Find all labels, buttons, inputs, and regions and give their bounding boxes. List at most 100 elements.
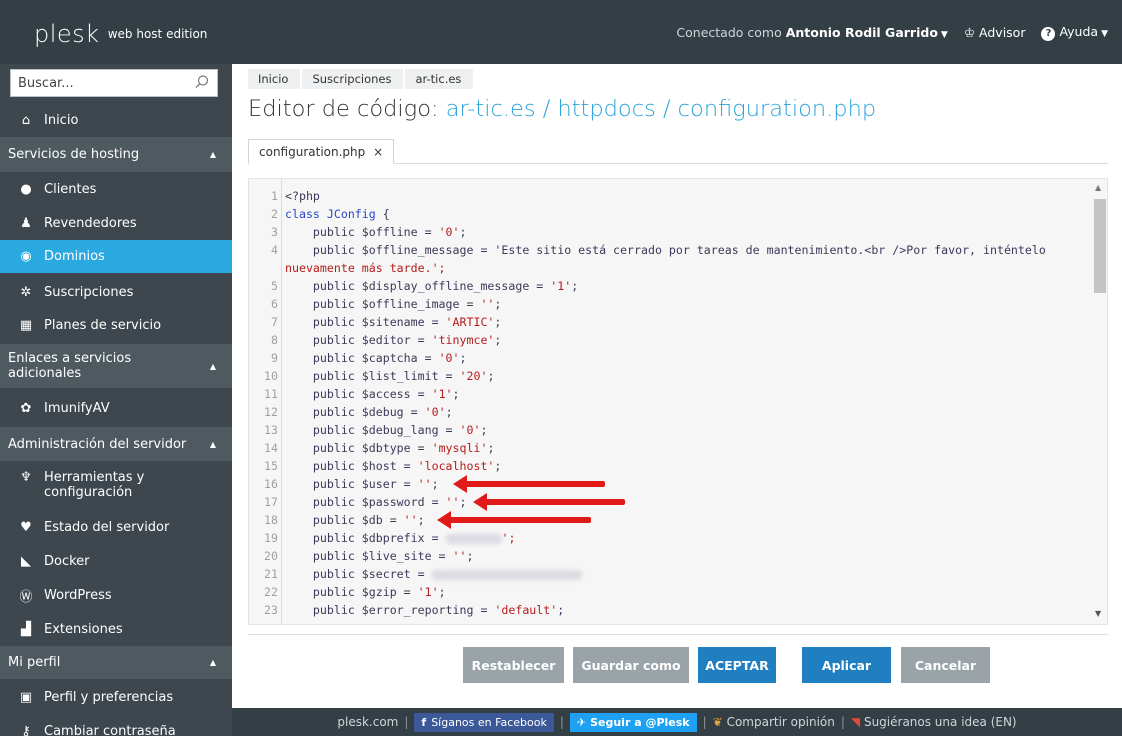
breadcrumb: Inicio Suscripciones ar-tic.es <box>248 69 475 89</box>
user-name: Antonio Rodil Garrido <box>785 25 938 40</box>
code-line[interactable]: public $password = ''; <box>285 493 467 511</box>
page-title-path[interactable]: ar-tic.es / httpdocs / configuration.php <box>446 96 876 122</box>
code-line[interactable]: class JConfig { <box>285 205 390 223</box>
section-links[interactable]: Enlaces a servicios adicionales ▲ <box>0 344 232 388</box>
user-menu[interactable]: Conectado como Antonio Rodil Garrido ▼ <box>676 25 947 40</box>
section-hosting[interactable]: Servicios de hosting ▲ <box>0 137 232 172</box>
reseller-icon: ♟ <box>20 216 32 231</box>
code-line[interactable]: public $offline = '0'; <box>285 223 467 241</box>
buttons-divider <box>248 634 1108 635</box>
breadcrumb-home[interactable]: Inicio <box>248 69 301 89</box>
code-line[interactable]: public $dbtype = 'mysqli'; <box>285 439 495 457</box>
tab-configuration-php[interactable]: configuration.php × <box>248 139 395 164</box>
scroll-up-icon[interactable]: ▲ <box>1095 183 1101 192</box>
line-number: 15 <box>264 459 278 473</box>
code-line[interactable]: public $user = ''; <box>285 475 439 493</box>
sidebar-item-wordpress[interactable]: Ⓦ WordPress <box>0 579 232 612</box>
sidebar-item-resellers[interactable]: ♟ Revendedores <box>0 207 232 240</box>
sidebar-item-extensions[interactable]: ▟ Extensiones <box>0 613 232 646</box>
sidebar-item-server-status[interactable]: ♥ Estado del servidor <box>0 511 232 544</box>
save-as-button[interactable]: Guardar como <box>573 647 689 683</box>
search-box[interactable] <box>10 69 218 97</box>
code-line[interactable]: public $error_reporting = 'default'; <box>285 601 564 619</box>
breadcrumb-subscriptions[interactable]: Suscripciones <box>302 69 404 89</box>
search-icon[interactable] <box>195 75 209 93</box>
sidebar: ⌂ Inicio Servicios de hosting ▲ ● Client… <box>0 64 232 739</box>
user-icon: ● <box>20 182 32 197</box>
search-input[interactable] <box>11 70 181 96</box>
advisor-link[interactable]: ♔ Advisor <box>964 25 1026 40</box>
facebook-button[interactable]: f Síganos en Facebook <box>414 712 554 732</box>
sidebar-item-service-plans[interactable]: ▦ Planes de servicio <box>0 309 232 342</box>
annotation-arrow-password <box>473 493 625 511</box>
sidebar-item-change-password[interactable]: ⚷ Cambiar contraseña <box>0 715 232 748</box>
plesk-logo[interactable]: plesk web host edition <box>34 20 207 48</box>
sidebar-item-imunifyav[interactable]: ✿ ImunifyAV <box>0 392 232 425</box>
sidebar-item-profile-prefs[interactable]: ▣ Perfil y preferencias <box>0 681 232 714</box>
twitter-button[interactable]: ✈ Seguir a @Plesk <box>569 712 697 732</box>
help-label: Ayuda <box>1059 24 1099 39</box>
footer-site-link[interactable]: plesk.com <box>337 715 398 729</box>
connected-as-label: Conectado como <box>676 25 782 40</box>
section-label: Servicios de hosting <box>8 147 140 162</box>
code-line[interactable]: public $offline_message = 'Este sitio es… <box>285 241 1046 259</box>
code-line[interactable]: public $editor = 'tinymce'; <box>285 331 502 349</box>
code-line[interactable]: public $display_offline_message = '1'; <box>285 277 578 295</box>
code-line[interactable]: public $sitename = 'ARTIC'; <box>285 313 502 331</box>
sidebar-item-clients[interactable]: ● Clientes <box>0 173 232 206</box>
sidebar-item-home[interactable]: ⌂ Inicio <box>0 104 232 137</box>
code-line[interactable]: public $list_limit = '20'; <box>285 367 495 385</box>
close-icon[interactable]: × <box>373 145 383 159</box>
code-line[interactable]: public $debug_lang = '0'; <box>285 421 488 439</box>
breadcrumb-domain[interactable]: ar-tic.es <box>405 69 474 89</box>
line-number: 13 <box>264 423 278 437</box>
section-label: Mi perfil <box>8 655 61 670</box>
scroll-down-icon[interactable]: ▼ <box>1095 609 1101 618</box>
suggest-label: Sugiéranos una idea (EN) <box>863 715 1017 729</box>
line-number: 2 <box>271 207 278 221</box>
footer-separator: | <box>840 715 845 729</box>
section-server-admin[interactable]: Administración del servidor ▲ <box>0 427 232 461</box>
extensions-icon: ▟ <box>21 622 31 637</box>
sidebar-item-docker[interactable]: ◣ Docker <box>0 545 232 578</box>
sidebar-item-label: Cambiar contraseña <box>44 724 176 739</box>
code-line[interactable]: public $host = 'localhost'; <box>285 457 501 475</box>
code-line[interactable]: public $gzip = '1'; <box>285 583 446 601</box>
chevron-down-icon: ▼ <box>1101 29 1108 39</box>
help-menu[interactable]: ? Ayuda ▼ <box>1041 24 1108 41</box>
sidebar-item-tools[interactable]: ♆ Herramientas y configuración <box>0 462 232 508</box>
footer-separator: | <box>702 715 707 729</box>
code-line[interactable]: public $offline_image = ''; <box>285 295 502 313</box>
apply-button[interactable]: Aplicar <box>802 647 891 683</box>
suggest-idea-link[interactable]: ◥ Sugiéranos una idea (EN) <box>851 715 1017 729</box>
section-profile[interactable]: Mi perfil ▲ <box>0 646 232 679</box>
share-feedback-link[interactable]: ❦ Compartir opinión <box>713 715 835 729</box>
code-line[interactable]: public $captcha = '0'; <box>285 349 467 367</box>
code-line[interactable]: public $db = ''; <box>285 511 425 529</box>
code-line[interactable]: public $access = '1'; <box>285 385 460 403</box>
sidebar-item-label: Revendedores <box>44 216 137 231</box>
sidebar-item-domains[interactable]: ◉ Dominios <box>0 240 232 273</box>
reset-button[interactable]: Restablecer <box>463 647 564 683</box>
cancel-button[interactable]: Cancelar <box>901 647 990 683</box>
scroll-thumb[interactable] <box>1094 199 1106 293</box>
code-line[interactable]: nuevamente más tarde.'; <box>285 259 446 277</box>
code-line[interactable]: <?php <box>285 187 320 205</box>
sidebar-item-label: Dominios <box>44 249 105 264</box>
shield-icon: ✿ <box>20 401 32 416</box>
sidebar-item-subscriptions[interactable]: ✲ Suscripciones <box>0 276 232 309</box>
line-number: 1 <box>271 189 278 203</box>
editor-scrollbar[interactable]: ▲ ▼ <box>1092 179 1107 624</box>
globe-icon: ◉ <box>20 249 32 264</box>
code-editor[interactable]: 1 2 3 4 5 6 7 8 9 10 11 12 13 14 15 16 17 18 19 20 21 22 23 <?… <box>248 178 1108 625</box>
ok-button[interactable]: ACEPTAR <box>698 647 776 683</box>
docker-icon: ◣ <box>21 554 31 569</box>
heart-icon: ♥ <box>20 520 32 535</box>
line-number: 17 <box>264 495 278 509</box>
twitter-icon: ✈ <box>576 715 587 729</box>
code-line[interactable]: public $live_site = ''; <box>285 547 474 565</box>
code-line[interactable]: public $secret = <box>285 565 582 583</box>
code-line[interactable]: public $dbprefix = '; <box>285 529 516 547</box>
code-line[interactable]: public $debug = '0'; <box>285 403 453 421</box>
line-number: 16 <box>264 477 278 491</box>
